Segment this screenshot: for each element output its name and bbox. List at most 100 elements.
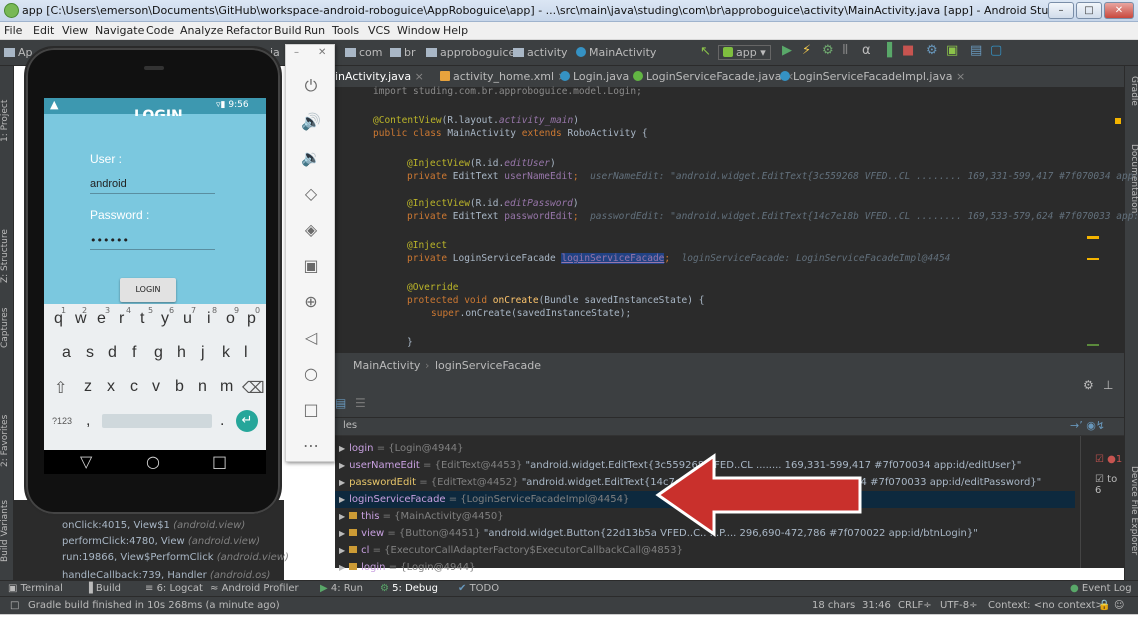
status-icon[interactable]: □ [10, 600, 19, 611]
tab-gradle[interactable]: Gradle [1126, 76, 1138, 126]
password-input[interactable]: •••••• [90, 234, 215, 250]
project-structure-icon[interactable]: ▤ [970, 43, 982, 58]
overview-icon[interactable]: □ [298, 399, 324, 421]
variable-row[interactable]: ▶ cl = {ExecutorCallAdapterFactory$Execut… [335, 542, 1075, 559]
watch-item[interactable]: ☑ to 6 [1095, 474, 1124, 496]
profile-icon[interactable]: Ⅱ [842, 43, 848, 58]
tab-favorites[interactable]: 2: Favorites [0, 406, 14, 476]
key-d[interactable]: d [108, 344, 117, 362]
minimize-emulator-icon[interactable]: – [294, 47, 299, 58]
settings-icon[interactable]: ⚙ [1083, 378, 1094, 392]
shift-key-icon[interactable]: ⇧ [54, 378, 67, 398]
minimize-button[interactable]: – [1048, 2, 1074, 19]
crumb-approboguice[interactable]: approboguice [426, 46, 515, 59]
hide-icon[interactable]: ⊥ [1103, 378, 1113, 392]
apply-changes-icon[interactable]: ⚡ [802, 43, 811, 58]
watch-icon[interactable]: →ʼ ◉↯ [1070, 419, 1105, 432]
menu-navigate[interactable]: Navigate [95, 24, 144, 37]
status-message[interactable]: Gradle build finished in 10s 268ms (a mi… [28, 600, 280, 611]
project-crumb[interactable]: Ap [4, 46, 33, 59]
crumb-mainactivity[interactable]: MainActivity [576, 46, 656, 59]
hector-icon[interactable]: ☺ [1114, 600, 1124, 611]
tab-captures[interactable]: Captures [0, 298, 14, 358]
backspace-key-icon[interactable]: ⌫ [242, 378, 265, 398]
menu-help[interactable]: Help [443, 24, 468, 37]
key-f[interactable]: f [132, 344, 136, 362]
key-c[interactable]: c [130, 378, 138, 396]
menu-view[interactable]: View [62, 24, 88, 37]
menu-edit[interactable]: Edit [33, 24, 54, 37]
tab-project[interactable]: 1: Project [0, 86, 14, 156]
nav-home-icon[interactable]: ○ [146, 452, 160, 471]
power-icon[interactable]: ⏻ [298, 75, 324, 97]
key-i[interactable]: i [207, 310, 211, 328]
spacebar-key[interactable] [102, 414, 212, 428]
attach-debugger-icon[interactable]: α [862, 43, 871, 58]
key-k[interactable]: k [222, 344, 230, 362]
variable-row[interactable]: ▶ login = {Login@4944} [335, 559, 1075, 576]
key-comma[interactable]: , [86, 412, 90, 430]
toolwindow-todo[interactable]: ✔ TODO [458, 583, 499, 594]
home-icon[interactable]: ○ [298, 363, 324, 385]
key-n[interactable]: n [198, 378, 207, 396]
key-b[interactable]: b [175, 378, 184, 396]
enter-key-icon[interactable]: ↵ [236, 410, 258, 432]
status-line-separator[interactable]: CRLF÷ [898, 600, 932, 611]
user-input[interactable]: android [90, 178, 215, 194]
avd-manager-icon[interactable]: ▣ [946, 43, 958, 58]
key-v[interactable]: v [152, 378, 160, 396]
toolwindow-build[interactable]: ▐ Build [85, 583, 121, 594]
toolwindow-profiler[interactable]: ≈ Android Profiler [210, 583, 299, 594]
menu-build[interactable]: Build [274, 24, 302, 37]
tab-device-file-explorer[interactable]: Device File Explorer [1126, 466, 1138, 586]
key-symbols[interactable]: ?123 [52, 416, 72, 426]
gradle-sync-icon[interactable]: ▐ [882, 43, 892, 58]
tab-structure[interactable]: Z: Structure [0, 216, 14, 296]
volume-up-icon[interactable]: 🔊 [298, 111, 324, 133]
key-period[interactable]: . [220, 412, 224, 430]
stop-icon[interactable]: ■ [902, 43, 914, 58]
hammer-icon[interactable]: ↖ [700, 44, 711, 59]
rotate-left-icon[interactable]: ◇ [298, 183, 324, 205]
maximize-button[interactable]: □ [1076, 2, 1102, 19]
sdk-manager-icon[interactable]: ⚙ [926, 43, 938, 58]
key-j[interactable]: j [201, 344, 205, 362]
zoom-icon[interactable]: ⊕ [298, 291, 324, 313]
key-r[interactable]: r [119, 310, 124, 328]
menu-vcs[interactable]: VCS [368, 24, 390, 37]
nav-back-icon[interactable]: ▽ [80, 452, 92, 471]
tab-activity-home[interactable]: activity_home.xml × [440, 70, 567, 83]
error-stripe-mark[interactable] [1087, 344, 1099, 346]
error-stripe-mark[interactable] [1087, 236, 1099, 239]
more-icon[interactable]: ⋯ [298, 435, 324, 457]
toolwindow-event-log[interactable]: ● Event Log [1070, 583, 1132, 594]
key-h[interactable]: h [177, 344, 186, 362]
tab-loginservicefacadeimpl[interactable]: LoginServiceFacadeImpl.java × [780, 70, 965, 83]
frame-row[interactable]: run:19866, View$PerformClick (android.vi… [62, 552, 289, 563]
key-a[interactable]: a [62, 344, 71, 362]
threads-icon[interactable]: ☰ [355, 396, 366, 410]
toolwindow-logcat[interactable]: ≡ 6: Logcat [145, 583, 203, 594]
status-position[interactable]: 31:46 [862, 600, 891, 611]
key-y[interactable]: y [161, 310, 169, 328]
close-button[interactable]: ✕ [1104, 2, 1134, 19]
volume-down-icon[interactable]: 🔉 [298, 147, 324, 169]
tab-mainactivity[interactable]: inActivity.java × [335, 70, 424, 83]
menu-tools[interactable]: Tools [332, 24, 359, 37]
camera-icon[interactable]: ▣ [298, 255, 324, 277]
run-config-select[interactable]: app ▾ [718, 45, 771, 60]
close-emulator-icon[interactable]: ✕ [318, 47, 326, 58]
back-icon[interactable]: ◁ [298, 327, 324, 349]
crumb-com[interactable]: com [345, 46, 383, 59]
frame-row[interactable]: onClick:4015, View$1 (android.view) [62, 520, 245, 531]
menu-file[interactable]: File [4, 24, 22, 37]
toolwindow-debug[interactable]: ⚙ 5: Debug [380, 583, 438, 594]
crumb-activity[interactable]: activity [513, 46, 568, 59]
frame-row[interactable]: handleCallback:739, Handler (android.os) [62, 570, 270, 580]
key-t[interactable]: t [140, 310, 144, 328]
warning-marker[interactable] [1115, 118, 1121, 124]
tab-login[interactable]: Login.java × [560, 70, 642, 83]
tab-build-variants[interactable]: Build Variants [0, 491, 14, 571]
login-button[interactable]: LOGIN [120, 278, 176, 302]
toolwindow-terminal[interactable]: ▣ Terminal [8, 583, 63, 594]
